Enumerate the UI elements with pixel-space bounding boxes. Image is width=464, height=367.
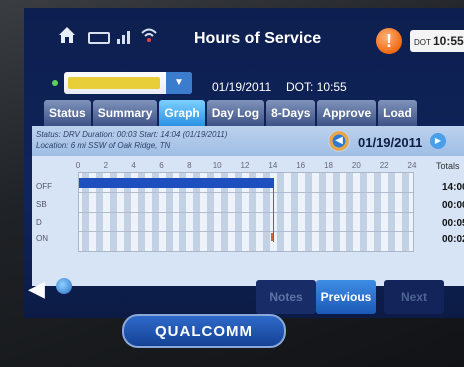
device-screen: Hours of Service ! DOT 10:55 ▼ 01/19/201… bbox=[24, 8, 464, 318]
hour-label: 18 bbox=[324, 161, 333, 170]
hour-label: 22 bbox=[379, 161, 389, 170]
tab-bar: Status Summary Graph Day Log 8-Days Appr… bbox=[44, 100, 417, 126]
hour-label: 20 bbox=[351, 161, 361, 170]
total-d: 00:05 bbox=[442, 218, 464, 229]
grid-line bbox=[79, 212, 413, 213]
tab-summary[interactable]: Summary bbox=[92, 100, 158, 126]
total-off: 14:00 bbox=[442, 182, 464, 193]
dot-clock-time: 10:55 bbox=[432, 34, 464, 48]
total-sb: 00:00 bbox=[442, 200, 464, 211]
hour-label: 0 bbox=[75, 161, 81, 170]
grid-line bbox=[79, 192, 413, 193]
keyboard-icon[interactable] bbox=[88, 32, 110, 44]
globe-icon[interactable] bbox=[56, 278, 72, 294]
tab-status[interactable]: Status bbox=[44, 100, 91, 126]
previous-button[interactable]: Previous bbox=[316, 280, 376, 314]
tab-day-log[interactable]: Day Log bbox=[206, 100, 265, 126]
grid-line bbox=[79, 231, 413, 232]
hour-label: 24 bbox=[407, 161, 417, 170]
next-button[interactable]: Next bbox=[384, 280, 444, 314]
next-day-icon[interactable]: ▶ bbox=[430, 133, 446, 149]
row-label-d: D bbox=[36, 218, 42, 227]
chevron-down-icon[interactable]: ▼ bbox=[166, 72, 192, 94]
hour-label: 6 bbox=[159, 161, 164, 170]
driving-segment bbox=[270, 233, 273, 241]
tab-8-days[interactable]: 8-Days bbox=[266, 100, 316, 126]
duty-status-graph bbox=[78, 172, 414, 252]
duty-info-bar: Status: DRV Duration: 00:03 Start: 14:04… bbox=[32, 126, 464, 156]
row-label-off: OFF bbox=[36, 182, 52, 191]
wifi-icon bbox=[141, 28, 157, 42]
bottom-bar: ◀ Notes Previous Next bbox=[24, 270, 464, 318]
notes-button[interactable]: Notes bbox=[256, 280, 316, 314]
dot-clock: DOT 10:55 bbox=[410, 30, 464, 52]
hour-label: 14 bbox=[268, 161, 278, 170]
hour-label: 12 bbox=[240, 161, 250, 170]
row-label-sb: SB bbox=[36, 200, 47, 209]
duty-bar-off bbox=[79, 178, 274, 188]
qualcomm-logo: QUALCOMM bbox=[122, 314, 286, 348]
signal-icon bbox=[117, 31, 130, 44]
hour-label: 8 bbox=[187, 161, 192, 170]
row-label-on: ON bbox=[36, 234, 48, 243]
tab-approve[interactable]: Approve bbox=[317, 100, 377, 126]
location-line: Location: 6 mi SSW of Oak Ridge, TN bbox=[36, 141, 171, 150]
totals-header: Totals bbox=[436, 161, 460, 171]
previous-day-icon[interactable]: ◀ bbox=[328, 130, 350, 152]
hour-label: 2 bbox=[103, 161, 109, 170]
total-on: 00:02 bbox=[442, 234, 464, 245]
tab-graph[interactable]: Graph bbox=[159, 100, 205, 126]
app-title: Hours of Service bbox=[194, 30, 322, 47]
driver-row: ▼ 01/19/2011 DOT: 10:55 bbox=[24, 66, 464, 98]
header-bar: Hours of Service ! DOT 10:55 bbox=[24, 8, 464, 64]
driver-select[interactable]: ▼ bbox=[64, 72, 192, 94]
graph-panel: Status: DRV Duration: 00:03 Start: 14:04… bbox=[32, 126, 464, 286]
home-icon[interactable] bbox=[58, 26, 76, 44]
dot-clock-prefix: DOT bbox=[414, 38, 431, 47]
graph-date: 01/19/2011 bbox=[358, 135, 423, 150]
hour-label: 16 bbox=[296, 161, 306, 170]
dot-time: DOT: 10:55 bbox=[286, 80, 347, 94]
status-line: Status: DRV Duration: 00:03 Start: 14:04… bbox=[36, 130, 228, 139]
back-arrow-icon[interactable]: ◀ bbox=[28, 276, 45, 302]
driver-name-field bbox=[68, 77, 160, 89]
connection-status-dot bbox=[52, 80, 58, 86]
hour-label: 4 bbox=[131, 161, 136, 170]
alert-icon[interactable]: ! bbox=[376, 28, 402, 54]
hour-label: 10 bbox=[212, 161, 222, 170]
tab-load[interactable]: Load bbox=[378, 100, 417, 126]
current-date: 01/19/2011 bbox=[212, 80, 272, 94]
current-time-line bbox=[272, 188, 274, 242]
